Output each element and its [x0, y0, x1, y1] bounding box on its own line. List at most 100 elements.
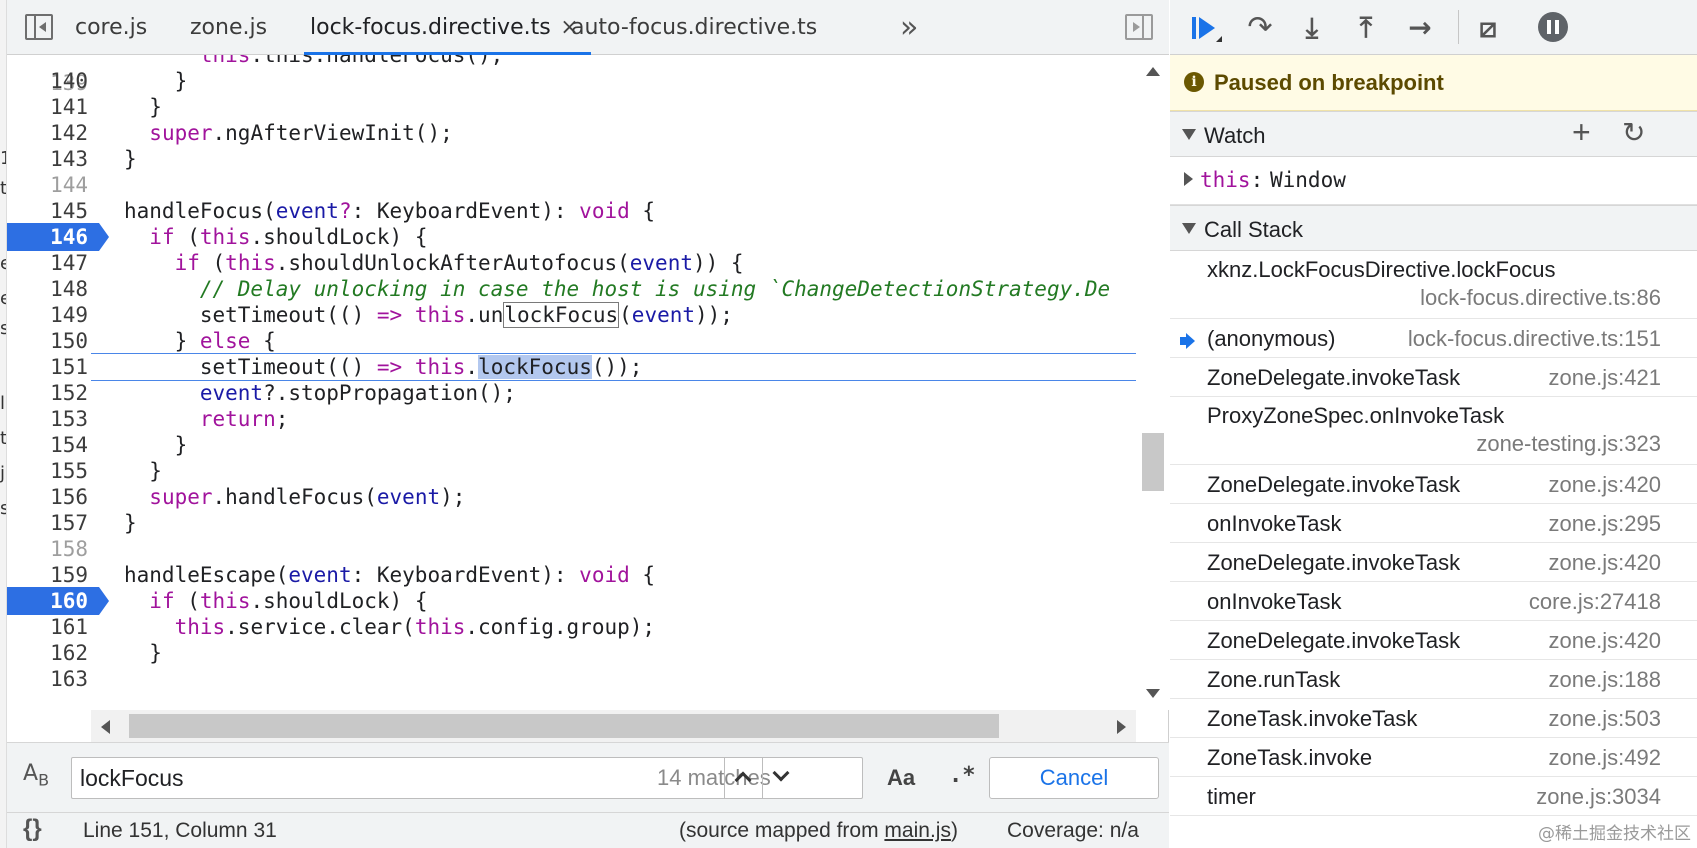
- frame-location[interactable]: zone.js:503: [1548, 706, 1661, 732]
- call-frame[interactable]: ZoneDelegate.invokeTask zone.js:420: [1170, 621, 1697, 660]
- line-number[interactable]: 150: [7, 327, 99, 355]
- call-frame[interactable]: ZoneDelegate.invokeTask zone.js:421: [1170, 358, 1697, 397]
- line-number[interactable]: 153: [7, 405, 99, 433]
- replace-toggle-icon[interactable]: AB: [23, 761, 49, 789]
- toggle-debugger-icon[interactable]: [1125, 14, 1153, 40]
- breakpoint-marker[interactable]: 160: [7, 587, 109, 615]
- editor-pane: core.js zone.js lock-focus.directive.ts ×…: [7, 0, 1169, 848]
- step-into-icon[interactable]: ⤓: [1294, 12, 1330, 44]
- source-map-link[interactable]: main.js: [884, 819, 951, 842]
- line-number[interactable]: 143: [7, 145, 99, 173]
- step-out-icon[interactable]: ⤒: [1348, 12, 1384, 44]
- regex-button[interactable]: .*: [949, 763, 976, 788]
- watch-item[interactable]: this: Window: [1170, 157, 1697, 205]
- scroll-right-icon[interactable]: [1117, 720, 1126, 734]
- expand-triangle-icon: [1182, 223, 1196, 234]
- call-frame[interactable]: onInvokeTask core.js:27418: [1170, 582, 1697, 621]
- refresh-icon[interactable]: ↻: [1622, 116, 1645, 149]
- line-number[interactable]: 154: [7, 431, 99, 459]
- tab-auto-focus-directive[interactable]: auto-focus.directive.ts: [571, 0, 817, 55]
- frame-location[interactable]: lock-focus.directive.ts:151: [1408, 326, 1661, 352]
- line-number[interactable]: 155: [7, 457, 99, 485]
- code-line: 140 }: [7, 67, 1136, 95]
- frame-location[interactable]: zone.js:3034: [1536, 784, 1661, 810]
- horizontal-scrollbar[interactable]: [91, 710, 1136, 742]
- line-number[interactable]: 156: [7, 483, 99, 511]
- match-case-button[interactable]: Aa: [887, 765, 915, 791]
- breakpoint-marker[interactable]: 146: [7, 223, 109, 251]
- line-number[interactable]: 152: [7, 379, 99, 407]
- call-frame[interactable]: ZoneTask.invoke zone.js:492: [1170, 738, 1697, 777]
- line-number[interactable]: 144: [7, 171, 99, 199]
- scroll-left-icon[interactable]: [101, 720, 110, 734]
- scrollbar-thumb[interactable]: [1142, 433, 1164, 491]
- scrollbar-thumb[interactable]: [129, 714, 999, 738]
- expand-triangle-icon[interactable]: [1184, 172, 1193, 186]
- step-over-icon[interactable]: ↷: [1242, 12, 1278, 44]
- code-line: 162 }: [7, 639, 1136, 667]
- deactivate-breakpoints-icon[interactable]: ⧄: [1470, 12, 1506, 44]
- line-number[interactable]: 149: [7, 301, 99, 329]
- watch-section-header[interactable]: Watch + ↻: [1170, 111, 1697, 157]
- tab-core-js[interactable]: core.js: [75, 0, 147, 55]
- scroll-down-icon[interactable]: [1146, 689, 1160, 698]
- line-number[interactable]: 147: [7, 249, 99, 277]
- line-number[interactable]: 142: [7, 119, 99, 147]
- more-tabs-icon[interactable]: »: [900, 10, 918, 45]
- call-frame[interactable]: Zone.runTask zone.js:188: [1170, 660, 1697, 699]
- frame-location[interactable]: zone-testing.js:323: [1476, 431, 1661, 457]
- code-line: 156 super.handleFocus(event);: [7, 483, 1136, 511]
- code-text: }: [124, 433, 188, 457]
- frame-location[interactable]: zone.js:420: [1548, 628, 1661, 654]
- previous-match-button[interactable]: [724, 758, 762, 798]
- call-frame[interactable]: (anonymous) lock-focus.directive.ts:151: [1170, 319, 1697, 358]
- line-number[interactable]: 148: [7, 275, 99, 303]
- line-number[interactable]: 140: [7, 67, 99, 95]
- call-frame[interactable]: ProxyZoneSpec.onInvokeTask zone-testing.j…: [1170, 397, 1697, 465]
- frame-location[interactable]: lock-focus.directive.ts:86: [1420, 285, 1661, 311]
- call-frame[interactable]: xknz.LockFocusDirective.lockFocus lock-fo…: [1170, 251, 1697, 319]
- cursor-position: Line 151, Column 31: [83, 819, 277, 842]
- line-number[interactable]: 151: [7, 353, 99, 381]
- frame-location[interactable]: core.js:27418: [1529, 589, 1661, 615]
- frame-location[interactable]: zone.js:188: [1548, 667, 1661, 693]
- frame-function: timer: [1207, 784, 1256, 809]
- toggle-navigator-icon[interactable]: [25, 14, 53, 40]
- frame-location[interactable]: zone.js:492: [1548, 745, 1661, 771]
- call-frame[interactable]: ZoneDelegate.invokeTask zone.js:420: [1170, 543, 1697, 582]
- callstack-section-header[interactable]: Call Stack: [1170, 205, 1697, 251]
- code-text: }: [124, 511, 137, 535]
- code-text: if (this.shouldLock) {: [149, 589, 428, 613]
- frame-location[interactable]: zone.js:421: [1548, 365, 1661, 391]
- call-frame[interactable]: ZoneTask.invokeTask zone.js:503: [1170, 699, 1697, 738]
- add-watch-icon[interactable]: +: [1572, 114, 1591, 151]
- line-number[interactable]: 158: [7, 535, 99, 563]
- pause-on-exceptions-icon[interactable]: [1538, 12, 1568, 42]
- line-number[interactable]: 145: [7, 197, 99, 225]
- code-editor[interactable]: 139 this.this.handleFocus(); 140 } 141 } 1…: [7, 55, 1136, 710]
- call-frame[interactable]: timer zone.js:3034: [1170, 777, 1697, 816]
- tab-lock-focus-directive[interactable]: lock-focus.directive.ts ×: [304, 0, 591, 55]
- cancel-button[interactable]: Cancel: [989, 757, 1159, 799]
- line-number[interactable]: 163: [7, 665, 99, 693]
- line-number[interactable]: 159: [7, 561, 99, 589]
- pretty-print-icon[interactable]: {}: [23, 815, 42, 843]
- frame-location[interactable]: zone.js:295: [1548, 511, 1661, 537]
- frame-location[interactable]: zone.js:420: [1548, 550, 1661, 576]
- line-number[interactable]: 161: [7, 613, 99, 641]
- line-number[interactable]: 141: [7, 93, 99, 121]
- frame-location[interactable]: zone.js:420: [1548, 472, 1661, 498]
- resume-icon[interactable]: [1188, 12, 1224, 44]
- step-icon[interactable]: →: [1402, 12, 1438, 44]
- line-number[interactable]: 162: [7, 639, 99, 667]
- next-match-button[interactable]: [762, 758, 800, 798]
- code-text: }: [124, 95, 162, 119]
- call-frame[interactable]: ZoneDelegate.invokeTask zone.js:420: [1170, 465, 1697, 504]
- tab-zone-js[interactable]: zone.js: [190, 0, 267, 55]
- code-text: super.ngAfterViewInit();: [149, 121, 453, 145]
- vertical-scrollbar[interactable]: [1136, 55, 1169, 710]
- line-number[interactable]: 157: [7, 509, 99, 537]
- search-input[interactable]: [72, 758, 632, 798]
- scroll-up-icon[interactable]: [1146, 67, 1160, 76]
- call-frame[interactable]: onInvokeTask zone.js:295: [1170, 504, 1697, 543]
